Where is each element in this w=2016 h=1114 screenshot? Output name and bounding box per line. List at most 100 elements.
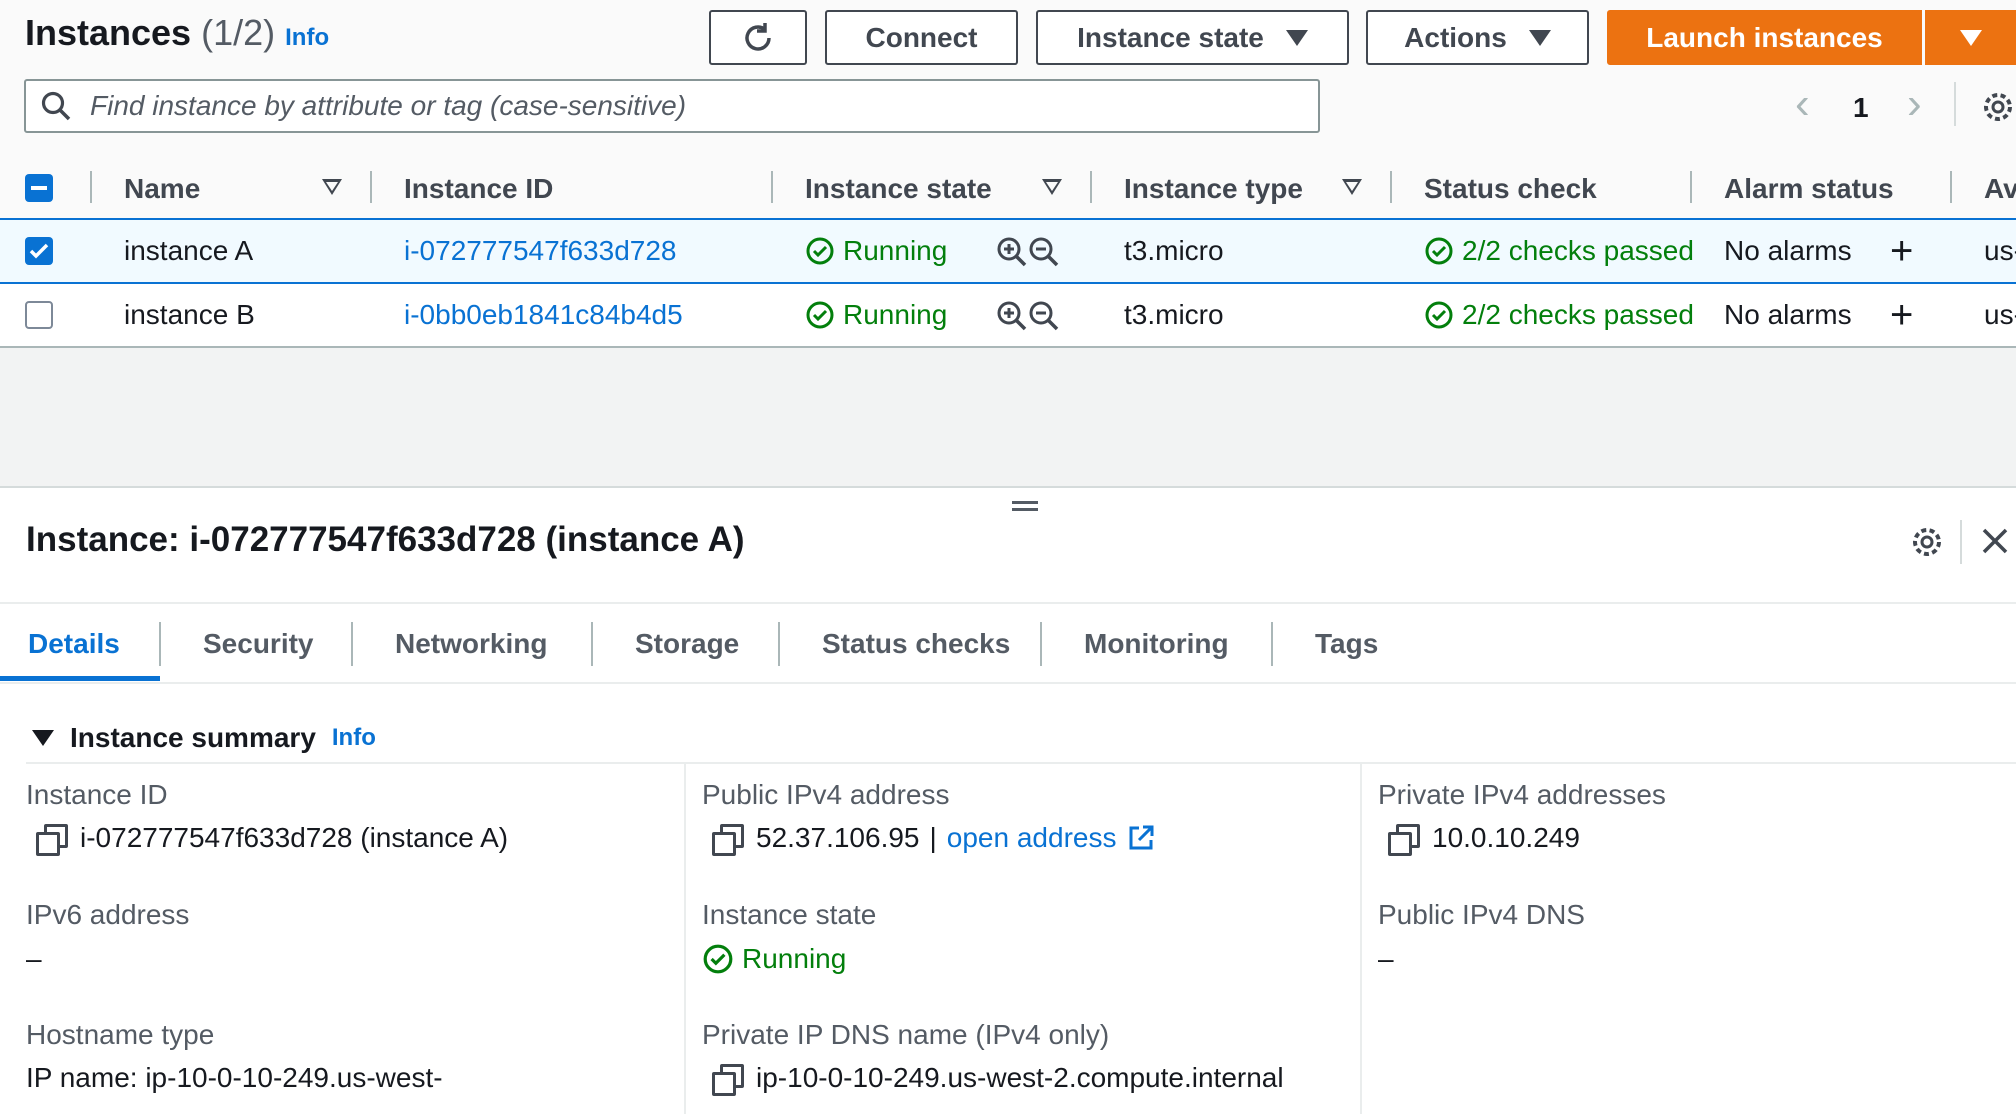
- resize-handle-icon[interactable]: [1012, 498, 1038, 514]
- copy-icon[interactable]: [1388, 824, 1420, 856]
- detail-tabs: Details Security Networking Storage Stat…: [0, 602, 2016, 684]
- field-label-public-ipv4: Public IPv4 address: [702, 779, 950, 810]
- column-divider: [1390, 171, 1392, 203]
- tab-details[interactable]: Details: [28, 604, 120, 684]
- column-divider: [90, 171, 92, 203]
- table-row[interactable]: instance A i-072777547f633d728 Running t…: [0, 220, 2016, 284]
- caret-down-icon: [1528, 29, 1551, 46]
- page-title: Instances (1/2) Info: [25, 12, 329, 54]
- instance-name: instance A: [124, 235, 254, 266]
- instance-id-link[interactable]: i-072777547f633d728: [404, 220, 676, 282]
- launch-label: Launch instances: [1646, 21, 1883, 53]
- sort-icon[interactable]: [322, 179, 342, 195]
- column-name[interactable]: Name: [124, 157, 200, 220]
- active-tab-indicator: [0, 676, 160, 681]
- zoom-out-icon[interactable]: [1028, 236, 1060, 268]
- field-value-private-dns: ip-10-0-10-249.us-west-2.compute.interna…: [756, 1062, 1284, 1093]
- info-link[interactable]: Info: [285, 24, 329, 51]
- select-all-checkbox[interactable]: [25, 174, 53, 202]
- status-check: 2/2 checks passed: [1462, 235, 1694, 266]
- tab-storage[interactable]: Storage: [635, 604, 739, 684]
- field-label-hostname-type: Hostname type: [26, 1019, 215, 1050]
- row-checkbox[interactable]: [25, 237, 53, 265]
- field-label-private-dns: Private IP DNS name (IPv4 only): [702, 1019, 1110, 1050]
- search-placeholder: Find instance by attribute or tag (case-…: [90, 90, 687, 121]
- launch-instances-button[interactable]: Launch instances: [1607, 10, 1922, 65]
- column-divider: [1090, 171, 1092, 203]
- caret-down-icon: [32, 730, 54, 746]
- next-page-icon[interactable]: ›: [1907, 82, 1922, 126]
- column-divider: [684, 762, 686, 1114]
- connect-button[interactable]: Connect: [825, 10, 1018, 65]
- tab-networking[interactable]: Networking: [395, 604, 547, 684]
- tab-tags[interactable]: Tags: [1315, 604, 1378, 684]
- tab-divider: [1040, 622, 1042, 666]
- row-checkbox[interactable]: [25, 301, 53, 329]
- open-address-link[interactable]: open address: [947, 822, 1117, 854]
- success-icon: [703, 944, 733, 974]
- column-instance-state[interactable]: Instance state: [805, 157, 992, 220]
- field-label-instance-state: Instance state: [702, 899, 877, 930]
- detail-panel-title: Instance: i-072777547f633d728 (instance …: [26, 520, 745, 559]
- refresh-icon: [745, 22, 771, 51]
- field-value-private-ipv4: 10.0.10.249: [1432, 822, 1580, 853]
- zoom-out-icon[interactable]: [1028, 300, 1060, 332]
- add-alarm-icon[interactable]: +: [1890, 284, 1913, 346]
- field-value-instance-state: Running: [742, 943, 847, 974]
- alarm-status: No alarms: [1724, 299, 1852, 330]
- close-icon[interactable]: [1981, 527, 2009, 555]
- success-icon: [1425, 301, 1453, 329]
- title-text: Instances: [25, 12, 192, 53]
- instance-state: Running: [843, 235, 948, 266]
- alarm-status: No alarms: [1724, 235, 1852, 266]
- tab-security[interactable]: Security: [203, 604, 314, 684]
- gear-icon[interactable]: [1980, 89, 2016, 125]
- search-input[interactable]: Find instance by attribute or tag (case-…: [24, 79, 1320, 133]
- success-icon: [1425, 237, 1453, 265]
- zoom-in-icon[interactable]: [996, 236, 1028, 268]
- gear-icon[interactable]: [1909, 524, 1945, 560]
- column-divider: [1950, 171, 1952, 203]
- column-divider: [370, 171, 372, 203]
- actions-dropdown[interactable]: Actions: [1366, 10, 1589, 65]
- tab-monitoring[interactable]: Monitoring: [1084, 604, 1229, 684]
- tab-status-checks[interactable]: Status checks: [822, 604, 1010, 684]
- instance-summary-header[interactable]: Instance summary Info: [32, 722, 376, 754]
- table-row[interactable]: instance B i-0bb0eb1841c84b4d5 Running t…: [0, 284, 2016, 348]
- external-link-icon[interactable]: [1126, 823, 1156, 853]
- zoom-in-icon[interactable]: [996, 300, 1028, 332]
- table-header: Name Instance ID Instance state Instance…: [0, 157, 2016, 220]
- add-alarm-icon[interactable]: +: [1890, 220, 1913, 282]
- sort-icon[interactable]: [1042, 179, 1062, 195]
- instance-state-label: Instance state: [1077, 21, 1264, 53]
- tab-divider: [778, 622, 780, 666]
- copy-icon[interactable]: [712, 824, 744, 856]
- field-value-public-dns: –: [1378, 943, 1394, 974]
- instance-id-link[interactable]: i-0bb0eb1841c84b4d5: [404, 284, 683, 346]
- search-icon: [41, 91, 71, 121]
- launch-options-button[interactable]: [1925, 10, 2016, 65]
- status-check: 2/2 checks passed: [1462, 299, 1694, 330]
- field-value-hostname-type: IP name: ip-10-0-10-249.us-west-: [26, 1062, 443, 1093]
- divider: [1954, 82, 1956, 126]
- instance-state-dropdown[interactable]: Instance state: [1036, 10, 1349, 65]
- column-instance-type[interactable]: Instance type: [1124, 157, 1303, 220]
- copy-icon[interactable]: [712, 1064, 744, 1096]
- table-empty-area: [0, 348, 2016, 488]
- refresh-button[interactable]: [709, 10, 807, 65]
- copy-icon[interactable]: [36, 824, 68, 856]
- success-icon: [806, 301, 834, 329]
- prev-page-icon[interactable]: ‹: [1795, 82, 1810, 126]
- divider: [1960, 520, 1962, 564]
- column-status-check[interactable]: Status check: [1424, 157, 1597, 220]
- selection-count: (1/2): [201, 12, 276, 53]
- column-alarm-status[interactable]: Alarm status: [1724, 157, 1894, 220]
- connect-label: Connect: [865, 21, 978, 53]
- field-label-instance-id: Instance ID: [26, 779, 168, 810]
- info-link[interactable]: Info: [332, 724, 376, 752]
- page-number[interactable]: 1: [1853, 92, 1869, 124]
- column-availability-zone[interactable]: Av: [1984, 157, 2016, 220]
- column-instance-id[interactable]: Instance ID: [404, 157, 553, 220]
- sort-icon[interactable]: [1342, 179, 1362, 195]
- field-label-private-ipv4: Private IPv4 addresses: [1378, 779, 1666, 810]
